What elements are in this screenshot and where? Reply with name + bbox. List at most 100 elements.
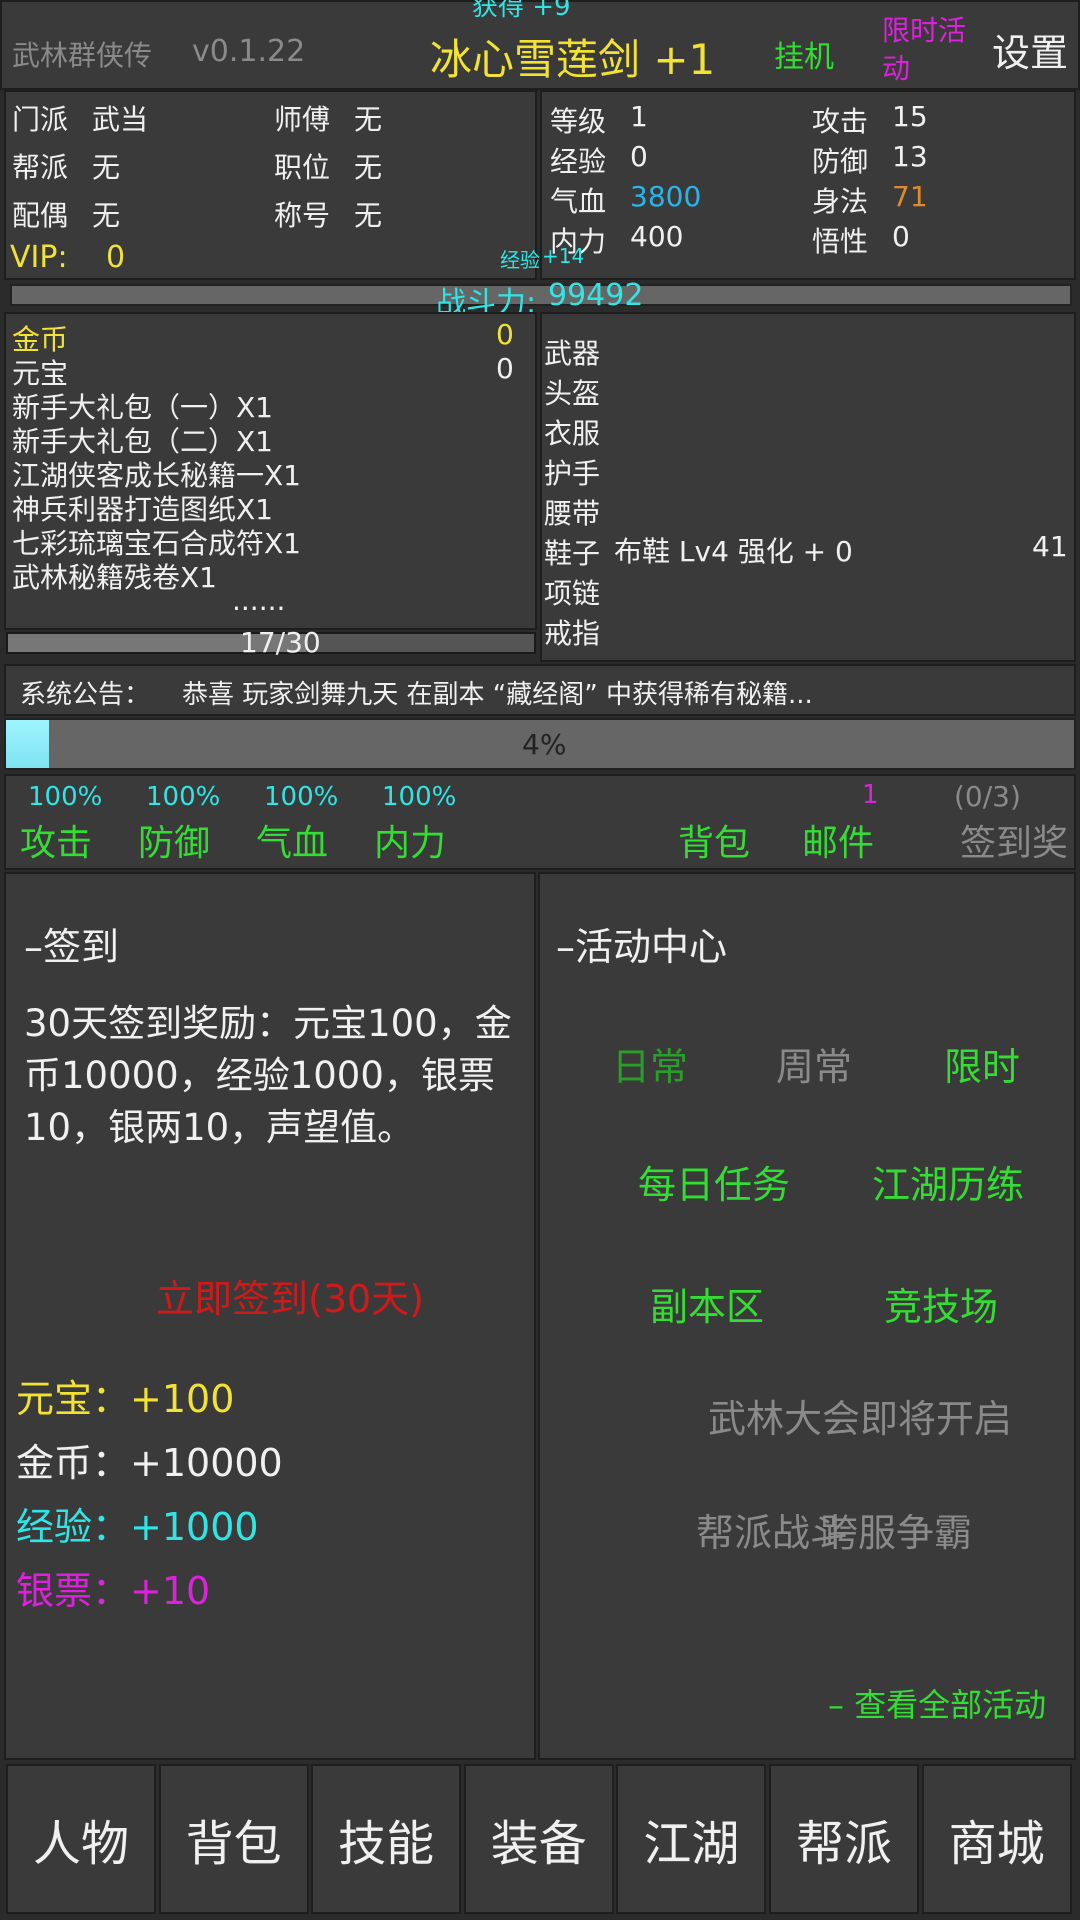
player-label: 配偶: [12, 199, 69, 232]
activity-type-tab[interactable]: 日常: [612, 1036, 688, 1091]
activity-tournament: 武林大会即将开启: [708, 1397, 1013, 1441]
event-badge[interactable]: 限时活动: [882, 12, 972, 88]
player-label: 师傅: [274, 103, 331, 136]
header-bar: 武林群侠传 v0.1.22 冰心雪莲剑 +1 获得 +9 挂机 限时活动 设置: [0, 0, 1080, 90]
player-value: 武当: [92, 103, 149, 136]
player-value: 无: [92, 199, 121, 232]
equip-slot[interactable]: 头盔: [544, 372, 600, 412]
shoe-value: 41: [1032, 530, 1068, 563]
activity-cross-server: 跨服争霸: [820, 1511, 973, 1555]
activity-type-tab[interactable]: 周常: [776, 1036, 852, 1091]
inventory-more: ......: [232, 584, 286, 617]
activity-heading: –活动中心: [556, 925, 728, 969]
reward-line: 元宝：+100: [16, 1377, 235, 1421]
gain-value: +14: [542, 244, 585, 268]
equip-slot[interactable]: 戒指: [544, 612, 600, 652]
tab-stat[interactable]: 攻击: [20, 814, 92, 866]
settings-button[interactable]: 设置: [992, 22, 1068, 77]
signin-button[interactable]: 立即签到(30天): [156, 1268, 424, 1323]
shoe-detail: 布鞋 Lv4 强化 + 0: [614, 535, 853, 568]
tab-stat[interactable]: 气血: [256, 814, 328, 866]
player-value: 无: [354, 151, 383, 184]
inventory-item[interactable]: 武林秘籍残卷X1: [12, 556, 217, 596]
gem-value: 0: [496, 352, 514, 385]
reward-line: 经验：+1000: [16, 1505, 259, 1549]
tab-stat[interactable]: 防御: [138, 814, 210, 866]
stat-value: 1: [630, 100, 648, 133]
activity-arena[interactable]: 竞技场: [884, 1276, 998, 1331]
activity-dungeon[interactable]: 副本区: [650, 1276, 764, 1331]
signin-heading: –签到: [24, 925, 120, 969]
nav-button[interactable]: 帮派: [769, 1764, 919, 1914]
version-label: v0.1.22: [192, 34, 306, 69]
game-name: 武林群侠传: [12, 39, 153, 72]
player-label: 帮派: [12, 151, 69, 184]
equip-slot[interactable]: 项链: [544, 572, 600, 612]
player-value: 无: [92, 151, 121, 184]
stat-label: 防御: [812, 145, 869, 178]
notice-text: 恭喜 玩家剑舞九天 在副本 “藏经阁” 中获得稀有秘籍...: [182, 680, 813, 710]
capacity-text: 17/30: [240, 626, 321, 659]
power-value: 99492: [548, 278, 644, 313]
equip-slot[interactable]: 武器: [544, 332, 600, 372]
player-label: 称号: [274, 199, 331, 232]
tab-bar: 100% 攻击 100% 防御 100% 气血 100% 内力 背包 1 邮件 (0/3) 签到奖: [4, 774, 1076, 870]
stat-label: 经验: [550, 145, 607, 178]
vip-value: 0: [106, 240, 126, 275]
stat-value: 13: [892, 140, 928, 173]
tab-count: 1: [862, 780, 879, 810]
stat-label: 等级: [550, 105, 607, 138]
stat-value: 71: [892, 180, 928, 213]
activity-trials[interactable]: 江湖历练: [872, 1154, 1024, 1209]
reward-line: 银票：+10: [16, 1569, 211, 1613]
gold-value: 0: [496, 318, 514, 351]
tab-extra[interactable]: 邮件: [802, 814, 874, 866]
stat-value: 0: [892, 220, 910, 253]
stat-value: 400: [630, 220, 684, 253]
view-all-link[interactable]: – 查看全部活动: [828, 1680, 1046, 1726]
reward-line: 金币：+10000: [16, 1441, 283, 1485]
task-percent: 4%: [522, 728, 567, 761]
nav-button[interactable]: 人物: [6, 1764, 156, 1914]
equipment-panel: 武器 头盔 衣服 护手 腰带 鞋子 项链 戒指 布鞋 Lv4 强化 + 0 41: [540, 312, 1076, 662]
player-info-panel: 门派 武当 师傅无帮派无职位无配偶无称号无 VIP: 0: [4, 90, 537, 280]
inventory-capacity-bar: 17/30: [6, 626, 536, 659]
equip-slot[interactable]: 腰带: [544, 492, 600, 532]
vip-label: VIP:: [10, 240, 68, 275]
tab-signin[interactable]: 签到奖: [960, 814, 1068, 866]
stat-label: 身法: [812, 185, 869, 218]
item-title: 冰心雪莲剑 +1: [430, 35, 716, 84]
activity-daily-task[interactable]: 每日任务: [638, 1154, 790, 1209]
activity-type-tab[interactable]: 限时: [944, 1036, 1020, 1091]
tab-extra[interactable]: 背包: [678, 814, 750, 866]
stat-label: 攻击: [812, 105, 869, 138]
task-progress-fill: [6, 720, 49, 768]
notice-label: 系统公告：: [20, 680, 151, 710]
status-label: 挂机: [774, 40, 834, 75]
stat-value: 3800: [630, 180, 702, 213]
tab-percent: 100%: [382, 782, 457, 812]
stats-panel: 等级 1 攻击 15 经验 0 防御 13 气血 3800 身法 71 内力 400 悟性 0 经验 +14: [500, 90, 1076, 280]
equip-slot[interactable]: 衣服: [544, 412, 600, 452]
power-bar: 战斗力: 99492: [10, 278, 1072, 321]
nav-button[interactable]: 背包: [158, 1764, 309, 1914]
signin-panel: –签到 30天签到奖励：元宝100，金币10000，经验1000，银票10，银两…: [4, 872, 536, 1760]
nav-button[interactable]: 装备: [463, 1764, 614, 1914]
tab-percent: 100%: [146, 782, 221, 812]
inventory-panel: 金币 0 元宝 0 新手大礼包（一）X1 新手大礼包（二）X1 江湖侠客成长秘籍一X…: [4, 312, 537, 630]
stat-value: 0: [630, 140, 648, 173]
nav-button[interactable]: 技能: [311, 1764, 462, 1914]
gain-label: 经验: [500, 248, 540, 272]
tab-stat[interactable]: 内力: [374, 814, 446, 866]
equip-slot[interactable]: 鞋子: [544, 532, 600, 572]
signin-description: 30天签到奖励：元宝100，金币10000，经验1000，银票10，银两10，声…: [24, 1002, 512, 1149]
nav-button[interactable]: 江湖: [616, 1764, 767, 1914]
overflow-text: 获得 +9: [472, 0, 571, 22]
stat-label: 气血: [550, 185, 607, 218]
stat-value: 15: [892, 100, 928, 133]
player-value: 无: [354, 199, 383, 232]
equip-slot[interactable]: 护手: [544, 452, 600, 492]
signin-count: (0/3): [954, 780, 1021, 813]
player-value: 无: [354, 103, 383, 136]
nav-button[interactable]: 商城: [921, 1764, 1072, 1914]
